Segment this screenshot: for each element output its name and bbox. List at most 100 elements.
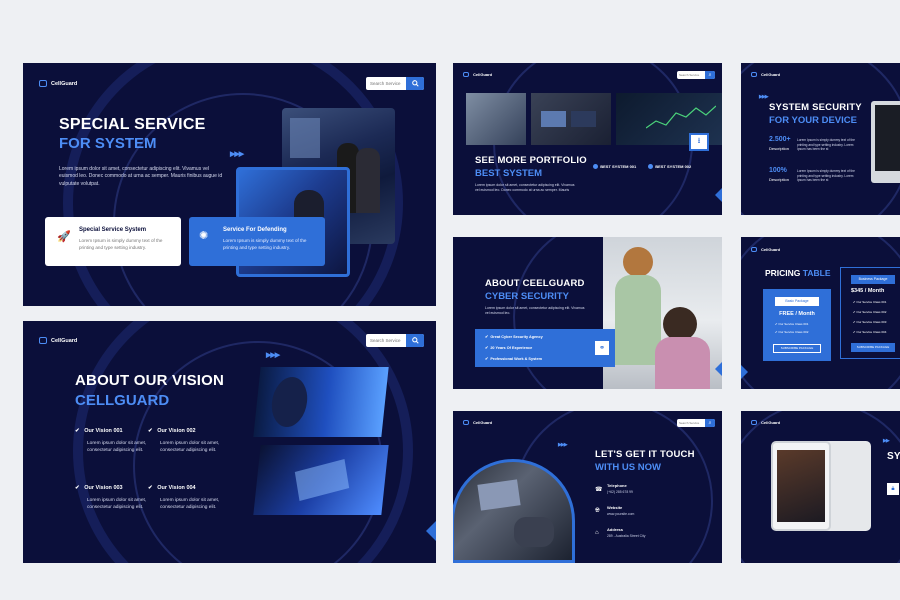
vision-text: Lorem ipsum dolor sit amet, consectetur …: [160, 441, 220, 454]
brand-logo: CellGuard: [751, 420, 780, 425]
search-input[interactable]: [677, 73, 705, 77]
search-box[interactable]: ⌕: [677, 71, 715, 79]
arrows-decor: ▶▶▶: [759, 94, 768, 100]
search-input[interactable]: [677, 421, 705, 425]
lock-icon: 🔒︎: [891, 485, 895, 492]
check-icon: ✔: [485, 357, 489, 361]
vision-text: Lorem ipsum dolor sit amet, consectetur …: [160, 498, 220, 511]
search-button[interactable]: ⌕: [705, 419, 715, 427]
search-input[interactable]: [366, 81, 406, 86]
link-icon: ⚭: [599, 345, 605, 352]
shield-logo-icon: [463, 420, 469, 425]
slide-system-security[interactable]: CellGuard ▶▶▶ SYSTEM SECURITY FOR YOUR D…: [741, 63, 900, 215]
vision-text: Lorem ipsum dolor sit amet, consectetur …: [87, 498, 147, 511]
photo-portfolio-2: [531, 93, 611, 145]
slide-pricing[interactable]: CellGuard PRICING TABLE Basic Package FR…: [741, 237, 900, 389]
photo-women-tablet: [603, 237, 722, 389]
service-card-special[interactable]: 🚀 Special Service System Lorem Ipsum is …: [45, 217, 181, 266]
arrows-decor: ▶▶▶: [230, 151, 244, 158]
slide-subtitle: CELLGUARD: [75, 392, 170, 409]
network-icon: ✺: [199, 230, 209, 242]
package-price: $345 / Month: [851, 288, 885, 294]
stat-label: Description: [769, 146, 790, 151]
search-box[interactable]: [366, 77, 424, 90]
slide-title: SY: [887, 451, 900, 462]
link-badge[interactable]: ⚭: [595, 341, 609, 355]
download-badge[interactable]: ⭳: [689, 133, 709, 151]
slide-device-security[interactable]: CellGuard ▶▶ SY 🔒︎: [741, 411, 900, 563]
shield-logo-icon: [463, 72, 469, 77]
search-button[interactable]: [406, 334, 424, 347]
card-title: Special Service System: [79, 227, 147, 233]
slide-body: Lorem ipsum dolor sit amet, consectetur …: [475, 183, 575, 193]
vision-title: Our Vision 001: [84, 428, 123, 434]
slide-title: SPECIAL SERVICE: [59, 116, 206, 133]
package-label: Basic Package: [775, 297, 819, 306]
brand-name: CellGuard: [761, 72, 781, 77]
package-price: FREE / Month: [779, 311, 815, 317]
slide-about-ceelguard[interactable]: ABOUT CEELGUARD CYBER SECURITY Lorem ips…: [453, 237, 722, 389]
brand-logo: CellGuard: [463, 72, 492, 77]
shield-logo-icon: [39, 337, 47, 344]
photo-hand-tablet: [253, 445, 389, 515]
brand-name: CellGuard: [761, 247, 781, 252]
slide-special-service[interactable]: CellGuard SPECIAL SERVICE FOR SYSTEM Lor…: [23, 63, 436, 306]
portfolio-item-label: BEST SYSTEM 002: [655, 164, 692, 169]
search-input[interactable]: [366, 338, 406, 343]
check-icon: ✔: [485, 335, 489, 339]
search-button[interactable]: ⌕: [705, 71, 715, 79]
feature-line: ✔ Our Service Class 002: [853, 310, 887, 314]
search-box[interactable]: ⌕: [677, 419, 715, 427]
portfolio-item: BEST SYSTEM 002: [648, 164, 692, 170]
feature-line: ✔ Our Service Class 001: [775, 322, 809, 326]
feature-point: ✔ Great Cyber Security Agency: [485, 335, 543, 339]
slide-title: PRICING TABLE: [765, 268, 831, 278]
dot-icon: [593, 164, 598, 170]
corner-triangle: [715, 188, 722, 202]
stat-value: 100%: [769, 167, 787, 174]
slide-contact[interactable]: CellGuard ⌕ ▶▶▶ LET'S GET IT TOUCH WITH …: [453, 411, 722, 563]
vision-title: Our Vision 004: [157, 485, 196, 491]
feature-line: ✔ Our Service Class 001: [853, 300, 887, 304]
photo-portfolio-1: [466, 93, 526, 145]
arrows-decor: ▶▶▶: [558, 442, 567, 448]
download-icon: ⭳: [697, 136, 701, 145]
feature-point: ✔ 20 Years Of Experience: [485, 346, 533, 350]
vision-title: Our Vision 003: [84, 485, 123, 491]
corner-triangle: [741, 365, 748, 379]
card-text: Lorem Ipsum is simply dummy text of the …: [223, 238, 307, 250]
brand-logo: CellGuard: [751, 72, 780, 77]
feature-box: ✔ Great Cyber Security Agency ✔ 20 Years…: [475, 329, 615, 367]
vision-item: ✔ Our Vision 001 Lorem ipsum dolor sit a…: [75, 428, 155, 454]
slide-subtitle: FOR SYSTEM: [59, 135, 157, 152]
shield-logo-icon: [751, 247, 757, 252]
card-title: Service For Defending: [223, 227, 287, 233]
pricing-card-business[interactable]: Business Package $345 / Month ✔ Our Serv…: [840, 267, 900, 359]
search-box[interactable]: [366, 334, 424, 347]
subscribe-button[interactable]: SUBSCRIBE PACKAGE: [851, 343, 895, 352]
contact-website: 🌐︎ Website www.yoursite.com: [595, 505, 634, 516]
slide-subtitle: BEST SYSTEM: [475, 168, 543, 179]
slide-about-vision[interactable]: CellGuard ABOUT OUR VISION CELLGUARD ✔ O…: [23, 321, 436, 563]
subscribe-button[interactable]: SUBSCRIBE PACKAGE: [773, 344, 821, 353]
check-icon: ✔: [148, 485, 153, 491]
pricing-card-basic[interactable]: Basic Package FREE / Month ✔ Our Service…: [763, 289, 831, 361]
arrows-decor: ▶▶: [883, 438, 890, 444]
search-button[interactable]: [406, 77, 424, 90]
laptop-graphic: [871, 101, 900, 183]
check-icon: ✔: [75, 428, 80, 434]
corner-triangle: [426, 521, 436, 541]
card-text: Lorem Ipsum is simply dummy text of the …: [79, 238, 163, 250]
phone-icon: ☎: [595, 487, 603, 493]
portfolio-item: BEST SYSTEM 001: [593, 164, 636, 170]
slide-portfolio[interactable]: CellGuard ⌕ ⭳ SEE MORE PORTFOLIO BEST SY…: [453, 63, 722, 215]
tablet-front-graphic: [771, 441, 831, 531]
brand-logo: CellGuard: [751, 247, 780, 252]
brand-logo: CellGuard: [39, 337, 77, 344]
slide-subtitle: CYBER SECURITY: [485, 291, 569, 302]
search-icon: [411, 337, 419, 344]
service-card-defending[interactable]: ✺ Service For Defending Lorem Ipsum is s…: [189, 217, 325, 266]
lock-badge: 🔒︎: [887, 483, 899, 495]
stat-label: Description: [769, 177, 790, 182]
feature-point: ✔ Professional Work & System: [485, 357, 542, 361]
